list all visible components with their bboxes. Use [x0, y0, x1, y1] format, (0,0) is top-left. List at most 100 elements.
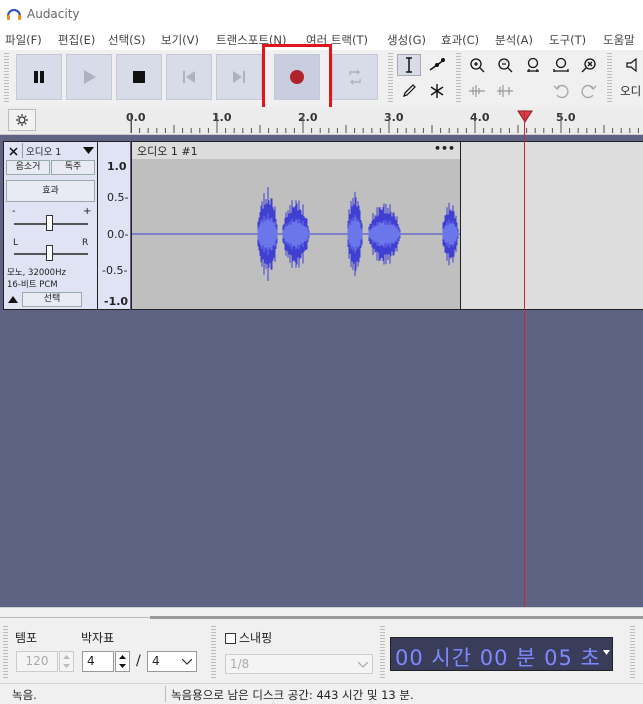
- end-grip[interactable]: [630, 626, 635, 678]
- skip-to-start-icon: [183, 71, 195, 83]
- zoom-out-button[interactable]: [493, 54, 517, 76]
- menu-analyze[interactable]: 분석(A): [495, 32, 533, 48]
- play-icon: [84, 70, 96, 84]
- status-right: 녹음용으로 남은 디스크 공간: 443 시간 및 13 분.: [171, 688, 414, 702]
- snapping-label: 스내핑: [239, 631, 273, 645]
- asterisk-icon: [430, 84, 444, 98]
- redo-button[interactable]: [577, 80, 601, 102]
- trim-audio-icon: [469, 85, 485, 97]
- track-format-bits: 16-비트 PCM: [7, 280, 58, 290]
- select-track-button[interactable]: 선택: [22, 292, 82, 307]
- time-signature-denominator[interactable]: 4: [147, 651, 197, 672]
- tempo-stepper[interactable]: [59, 651, 74, 672]
- snap-grip[interactable]: [211, 626, 216, 678]
- time-signature-separator: /: [136, 653, 141, 669]
- pan-right-label: R: [82, 238, 89, 248]
- audacity-logo-icon: [7, 9, 21, 20]
- numerator-stepper[interactable]: [115, 651, 130, 672]
- chevron-down-icon: [182, 659, 192, 665]
- redo-icon: [581, 84, 597, 99]
- chevron-down-icon: [83, 147, 94, 154]
- stop-button[interactable]: [116, 54, 162, 100]
- scale-label-top: 1.0: [107, 160, 127, 173]
- clip-header[interactable]: 오디오 1 #1 •••: [132, 142, 460, 159]
- envelope-tool-button[interactable]: [425, 54, 449, 76]
- menu-tools[interactable]: 도구(T): [549, 32, 586, 48]
- toolbar-grip-audio[interactable]: [607, 53, 612, 103]
- fit-selection-icon: [527, 57, 539, 72]
- denominator-value: 4: [152, 654, 160, 668]
- time-sig-grip[interactable]: [3, 626, 8, 678]
- time-display[interactable]: 00 시간 00 분 05 초: [390, 637, 613, 671]
- timeline-ruler[interactable]: 0.0 1.0 2.0 3.0 4.0 5.0: [0, 107, 643, 135]
- skip-to-end-icon: [233, 71, 245, 83]
- fit-selection-button[interactable]: [521, 54, 545, 76]
- silence-audio-button[interactable]: [493, 80, 517, 102]
- time-signature-numerator[interactable]: 4: [82, 651, 114, 672]
- undo-icon: [553, 84, 569, 99]
- toolbar-grip[interactable]: [4, 53, 9, 103]
- audio-setup-label[interactable]: 오디: [620, 83, 641, 99]
- mute-button[interactable]: 음소거: [6, 160, 50, 175]
- toolbar-grip-tools[interactable]: [388, 53, 393, 103]
- scale-label-half: 0.5-: [107, 191, 129, 204]
- waveform: [132, 187, 460, 281]
- menu-help[interactable]: 도움말: [603, 32, 635, 48]
- menu-edit[interactable]: 편집(E): [58, 32, 95, 48]
- menu-effect[interactable]: 효과(C): [441, 32, 479, 48]
- play-button[interactable]: [66, 54, 112, 100]
- scale-label-bottom: -1.0: [104, 295, 129, 308]
- window-title: Audacity: [27, 7, 80, 21]
- playhead-marker-icon[interactable]: [517, 110, 533, 123]
- gain-slider[interactable]: [46, 215, 53, 231]
- scale-label-neg-half: -0.5-: [102, 264, 128, 277]
- snap-value: 1/8: [230, 657, 250, 671]
- collapse-track-button[interactable]: [6, 292, 19, 306]
- track-name-menu[interactable]: 오디오 1: [22, 143, 98, 158]
- fit-project-button[interactable]: [549, 54, 573, 76]
- chevron-up-icon: [7, 295, 18, 303]
- loop-button[interactable]: [332, 54, 378, 100]
- zoom-toggle-button[interactable]: [577, 54, 601, 76]
- pencil-icon: [403, 84, 416, 97]
- empty-track-region[interactable]: [461, 141, 643, 310]
- fit-project-icon: [553, 57, 569, 72]
- status-bar: 녹음. 녹음용으로 남은 디스크 공간: 443 시간 및 13 분.: [0, 683, 643, 704]
- track-close-button[interactable]: [6, 144, 21, 158]
- horizontal-scrollbar[interactable]: [150, 616, 643, 619]
- menu-select[interactable]: 선택(S): [108, 32, 145, 48]
- vertical-scale[interactable]: 1.0 0.5- 0.0- -0.5- -1.0: [98, 141, 130, 310]
- i-beam-icon: [406, 57, 412, 73]
- tempo-label: 템포: [15, 631, 38, 645]
- menu-file[interactable]: 파일(F): [5, 32, 42, 48]
- selection-tool-button[interactable]: [397, 54, 421, 76]
- menu-view[interactable]: 보기(V): [161, 32, 199, 48]
- menu-generate[interactable]: 생성(G): [387, 32, 426, 48]
- effects-button[interactable]: 효과: [6, 180, 95, 202]
- multi-tool-button[interactable]: [425, 80, 449, 102]
- pause-icon: [34, 71, 44, 83]
- playhead-line: [524, 110, 525, 608]
- snap-to-select[interactable]: 1/8: [225, 654, 373, 674]
- pause-button[interactable]: [16, 54, 62, 100]
- zoom-in-button[interactable]: [465, 54, 489, 76]
- draw-tool-button[interactable]: [397, 80, 421, 102]
- skip-to-start-button[interactable]: [166, 54, 212, 100]
- scale-label-zero: 0.0-: [107, 228, 129, 241]
- undo-button[interactable]: [549, 80, 573, 102]
- skip-to-end-button[interactable]: [216, 54, 262, 100]
- toolbar-grip-edit[interactable]: [456, 53, 461, 103]
- tempo-field[interactable]: 120: [16, 651, 58, 672]
- zoom-toggle-icon: [581, 58, 596, 73]
- time-display-value: 00 시간 00 분 05 초: [395, 646, 601, 670]
- pan-slider[interactable]: [46, 245, 53, 261]
- solo-button[interactable]: 독주: [51, 160, 95, 175]
- snapping-checkbox[interactable]: [225, 633, 236, 644]
- pan-left-label: L: [13, 238, 19, 248]
- clip-name: 오디오 1 #1: [137, 145, 198, 158]
- clip-menu-button[interactable]: •••: [434, 142, 455, 155]
- trim-outside-button[interactable]: [465, 80, 489, 102]
- time-grip[interactable]: [380, 626, 385, 678]
- time-signature-label: 박자표: [81, 631, 115, 645]
- zoom-out-icon: [498, 58, 513, 73]
